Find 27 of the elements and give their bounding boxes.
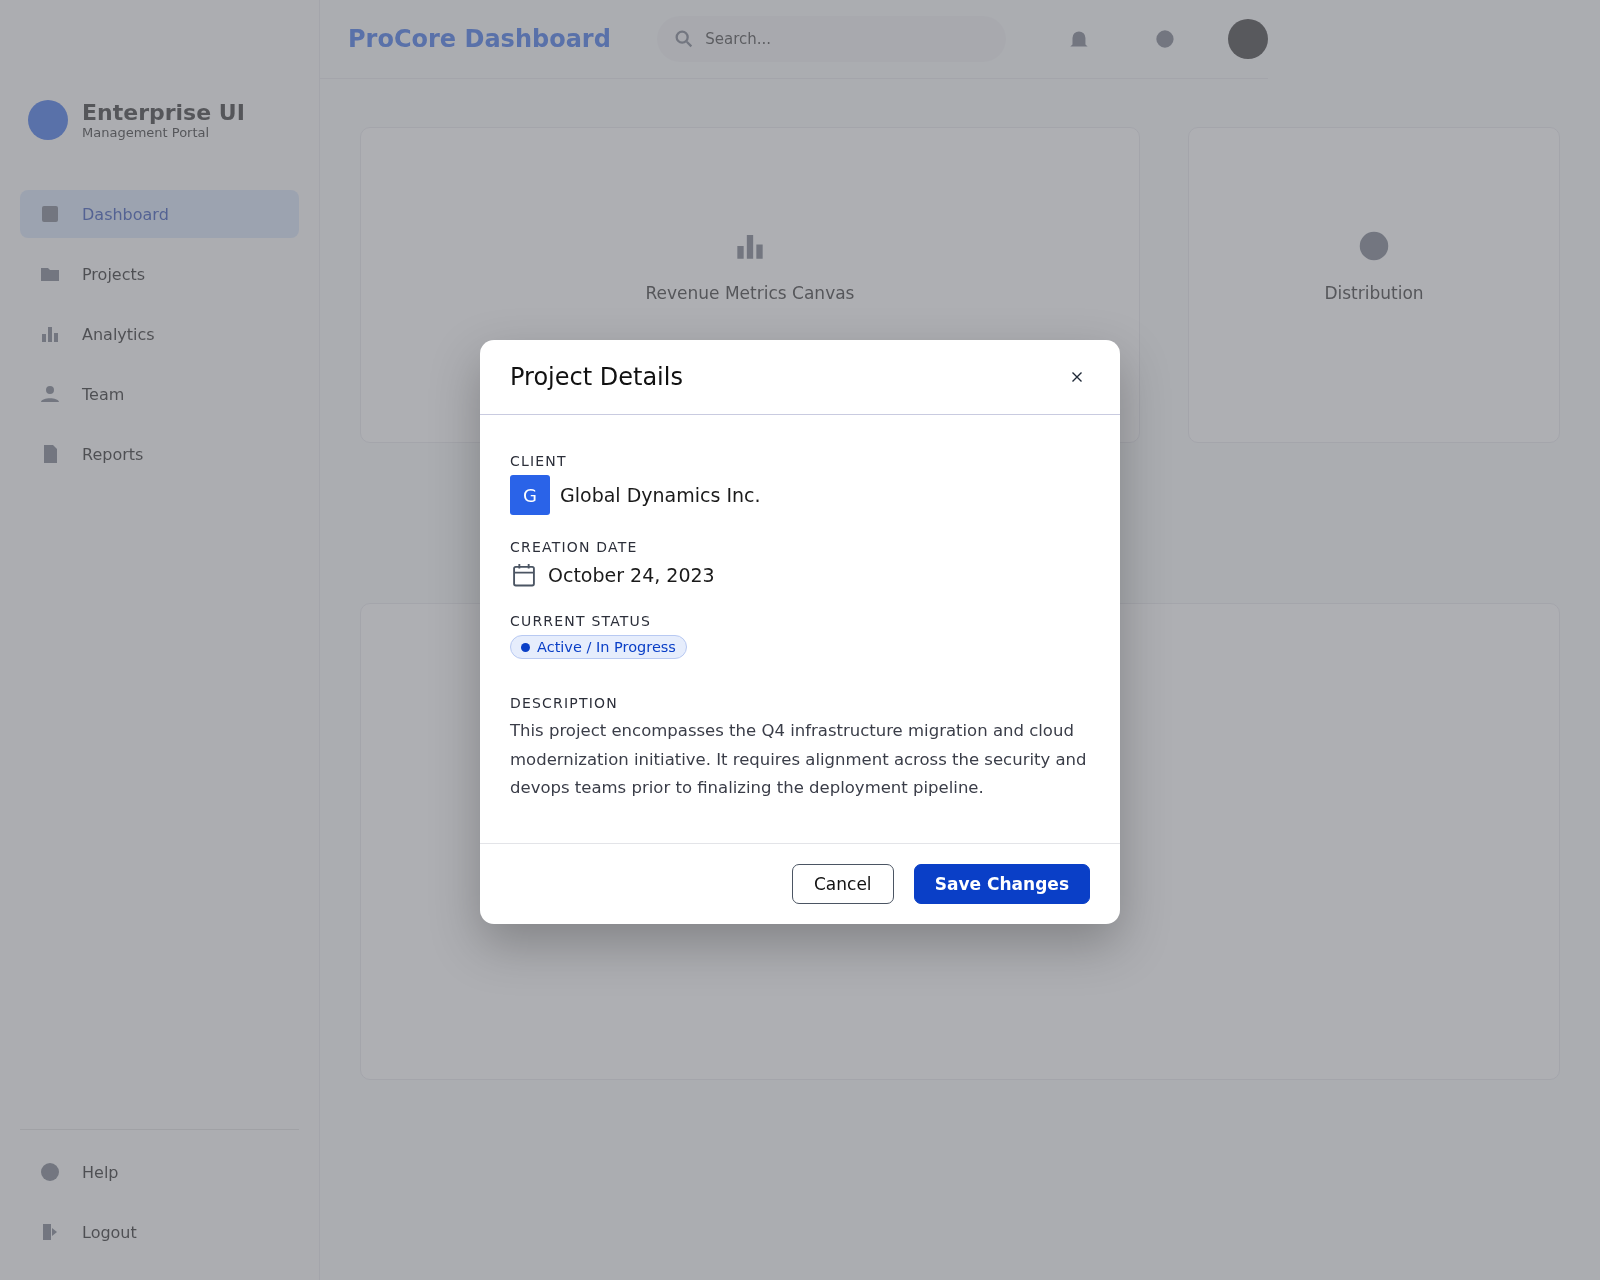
brand-subtitle: Management Portal [82,125,211,140]
status-badge: Active / In Progress [510,635,687,659]
dialog-title: Project Details [510,363,683,391]
nav-item[interactable]: Projects [20,250,299,298]
client-initial-badge: G [510,475,550,515]
chart-card: Distribution [1188,127,1560,443]
description-text: This project encompasses the Q4 infrastructure migration and cloud modernization initiative. It requires alignment across the security and devops teams prior to finalizing the deployment pipeline. [510,720,1088,799]
nav-item[interactable]: Dashboard [20,190,299,238]
field-label: CREATION DATE [510,539,639,555]
nav-item[interactable]: Analytics [20,310,299,358]
save-button[interactable]: Save Changes [913,863,1090,904]
search-field[interactable]: Search... [657,16,1007,62]
creation-date: October 24, 2023 [548,564,715,586]
logo-icon [28,100,68,140]
field-label: CLIENT [510,453,568,469]
nav-item[interactable]: Reports [20,430,299,478]
brand-name: Enterprise UI [82,100,245,125]
field-label: CURRENT STATUS [510,613,653,629]
field-label: DESCRIPTION [510,695,619,711]
avatar[interactable] [1228,19,1268,59]
calendar-icon [510,561,538,589]
nav-item[interactable]: Help [20,1148,299,1196]
nav-item[interactable]: Logout [20,1208,299,1256]
nav-item[interactable]: Team [20,370,299,418]
cancel-button[interactable]: Cancel [791,863,894,904]
client-name: Global Dynamics Inc. [560,484,761,506]
app-title: ProCore Dashboard [348,25,612,53]
